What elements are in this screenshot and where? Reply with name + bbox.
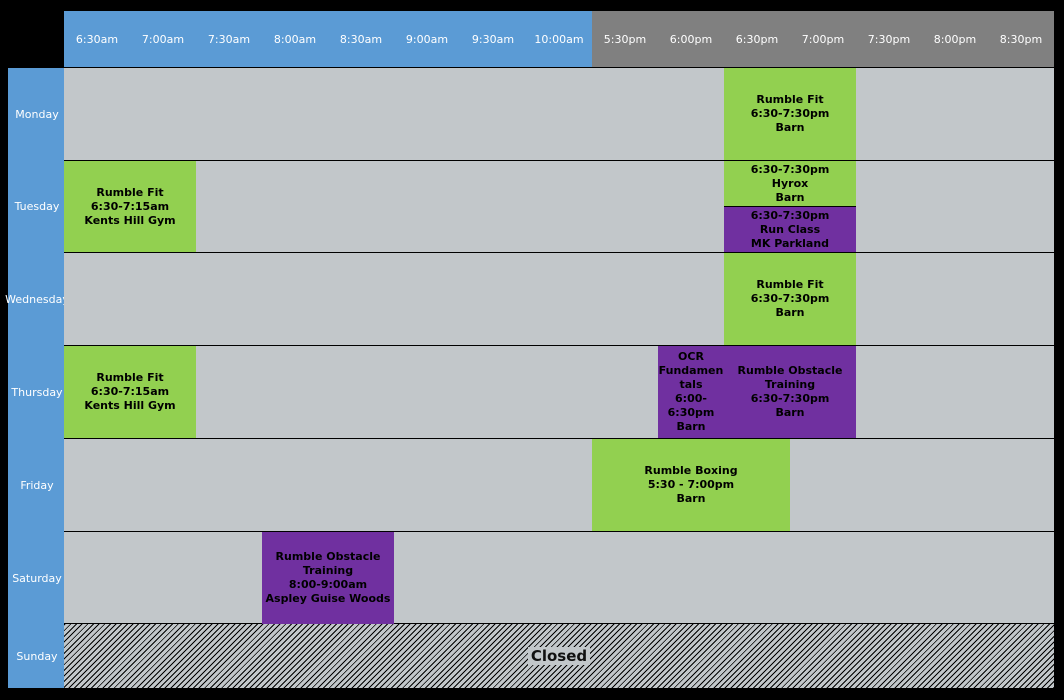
event-title: Hyrox [771, 176, 809, 190]
event-title: Rumble Fit [756, 278, 824, 291]
event-time: 6:30-7:30pm [750, 162, 830, 176]
day-label-tuesday: Tuesday [14, 200, 60, 213]
event-thursday-obstacle-training[interactable]: Rumble Obstacle Training 6:30-7:30pm Bar… [724, 346, 856, 438]
event-tuesday-rumble-fit[interactable]: Rumble Fit 6:30-7:15am Kents Hill Gym [64, 161, 196, 252]
time-header-700am: 7:00am [141, 32, 185, 46]
event-time: 6:30-7:30pm [750, 392, 830, 405]
event-time: 6:30-7:30pm [750, 292, 830, 305]
event-location: Kents Hill Gym [84, 399, 176, 412]
time-header-900am: 9:00am [405, 32, 449, 46]
event-tuesday-run-class[interactable]: 6:30-7:30pm Run Class MK Parkland [724, 207, 856, 252]
event-monday-rumble-fit[interactable]: Rumble Fit 6:30-7:30pm Barn [724, 68, 856, 160]
time-header-830am: 8:30am [339, 32, 383, 46]
row-tuesday [64, 161, 1054, 252]
time-header-600pm: 6:00pm [669, 32, 713, 46]
event-tuesday-hyrox[interactable]: 6:30-7:30pm Hyrox Barn [724, 161, 856, 206]
event-title: Fundamen [658, 364, 724, 377]
time-header-630pm: 6:30pm [735, 32, 779, 46]
day-label-sunday: Sunday [16, 649, 58, 663]
row-divider [64, 531, 1054, 532]
event-location: Kents Hill Gym [84, 213, 176, 227]
event-title: Rumble Fit [96, 185, 164, 199]
row-divider [64, 623, 1054, 624]
row-thursday [64, 346, 1054, 438]
event-time: 6:30-7:15am [90, 199, 170, 213]
time-header-800am: 8:00am [273, 32, 317, 46]
row-divider [64, 160, 1054, 161]
event-time: 8:00-9:00am [288, 578, 368, 591]
day-label-monday: Monday [15, 107, 59, 121]
time-header-530pm: 5:30pm [603, 32, 647, 46]
event-time: 6:30-7:30pm [750, 208, 830, 222]
event-location: Barn [775, 306, 805, 319]
event-time: 6:00- [675, 392, 707, 405]
day-label-thursday: Thursday [11, 385, 63, 399]
time-header-730am: 7:30am [207, 32, 251, 46]
time-header-630am: 6:30am [75, 32, 119, 46]
day-label-friday: Friday [20, 478, 54, 492]
event-title: Rumble Obstacle [737, 364, 843, 377]
time-header-930am: 9:30am [471, 32, 515, 46]
row-wednesday [64, 253, 1054, 345]
event-time: 6:30-7:30pm [750, 107, 830, 120]
event-location: Barn [775, 406, 805, 419]
row-sunday-closed: Closed [64, 624, 1054, 688]
day-label-saturday: Saturday [12, 571, 62, 585]
event-time: 5:30 - 7:00pm [647, 478, 735, 491]
event-title: Training [764, 378, 816, 391]
event-title: Rumble Boxing [644, 464, 738, 477]
event-location: Barn [775, 121, 805, 134]
time-header-700pm: 7:00pm [801, 32, 845, 46]
event-saturday-obstacle-training[interactable]: Rumble Obstacle Training 8:00-9:00am Asp… [262, 532, 394, 624]
event-title: OCR [678, 350, 704, 363]
event-wednesday-rumble-fit[interactable]: Rumble Fit 6:30-7:30pm Barn [724, 253, 856, 345]
time-header-1000am: 10:00am [534, 32, 584, 46]
event-title: Rumble Fit [756, 93, 824, 106]
event-title: Rumble Fit [96, 371, 164, 384]
row-divider [64, 345, 1054, 346]
event-thursday-ocr-fundamentals[interactable]: OCR Fundamen tals 6:00- 6:30pm Barn [658, 346, 724, 438]
day-label-wednesday: Wednesday [5, 292, 69, 306]
closed-label: Closed [527, 647, 591, 665]
row-saturday [64, 532, 1054, 624]
event-thursday-rumble-fit[interactable]: Rumble Fit 6:30-7:15am Kents Hill Gym [64, 346, 196, 438]
event-time: 6:30pm [667, 406, 715, 419]
event-location: Barn [676, 492, 706, 505]
time-header-730pm: 7:30pm [867, 32, 911, 46]
event-location: Aspley Guise Woods [265, 592, 391, 605]
event-location: MK Parkland [750, 236, 830, 250]
row-divider [64, 252, 1054, 253]
event-friday-rumble-boxing[interactable]: Rumble Boxing 5:30 - 7:00pm Barn [592, 439, 790, 531]
event-title: Run Class [759, 222, 821, 236]
event-location: Barn [676, 420, 706, 433]
time-header-830pm: 8:30pm [999, 32, 1043, 46]
event-time: 6:30-7:15am [90, 385, 170, 398]
row-divider [64, 438, 1054, 439]
event-location: Barn [775, 190, 805, 204]
row-friday [64, 439, 1054, 531]
event-title: tals [679, 378, 703, 391]
time-header-800pm: 8:00pm [933, 32, 977, 46]
row-monday [64, 68, 1054, 160]
event-title: Rumble Obstacle [275, 550, 381, 563]
event-title: Training [302, 564, 354, 577]
